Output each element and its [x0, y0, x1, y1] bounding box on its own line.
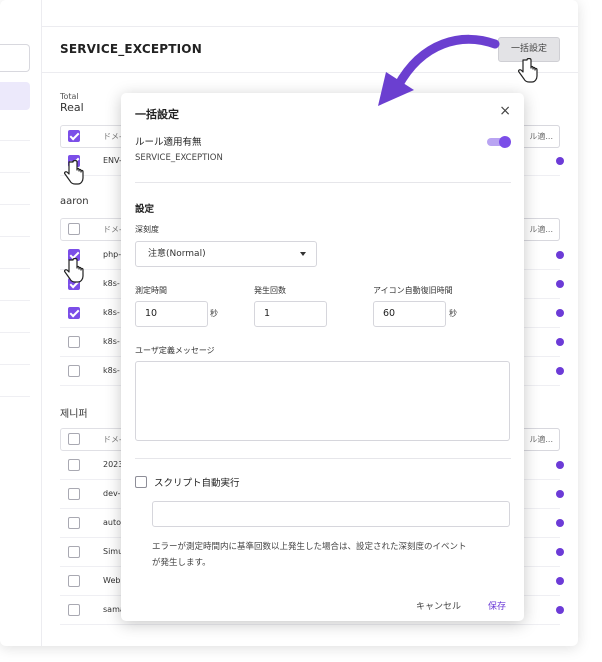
domain-column-header: ドメ- — [103, 225, 122, 234]
icon-recovery-input[interactable]: 60 — [373, 301, 446, 327]
select-all-checkbox[interactable] — [68, 130, 80, 142]
row-checkbox[interactable] — [68, 336, 80, 348]
severity-value: 注意(Normal) — [148, 249, 206, 259]
icon-recovery-label: アイコン自動復旧時間 — [373, 286, 453, 295]
rule-name: SERVICE_EXCEPTION — [135, 153, 223, 163]
status-toggle[interactable] — [556, 577, 564, 585]
sidebar-divider — [0, 140, 30, 141]
row-name: auto — [103, 518, 122, 527]
row-name: dev- — [103, 489, 121, 498]
rule-apply-label: ルール適用有無 — [135, 137, 202, 148]
description-text: エラーが測定時間内に基準回数以上発生した場合は、設定された深刻度のイベント が発… — [152, 539, 512, 571]
status-toggle[interactable] — [556, 157, 564, 165]
script-input[interactable] — [152, 501, 510, 527]
row-name: k8s- — [103, 337, 120, 346]
rule-enabled-toggle[interactable] — [487, 136, 511, 148]
description-line-2: が発生します。 — [152, 558, 211, 568]
icon-recovery-unit: 秒 — [449, 309, 457, 318]
domain-column-header: ドメ- — [103, 435, 122, 444]
row-checkbox[interactable] — [68, 307, 80, 319]
group-label: 제니퍼 — [60, 409, 88, 420]
domain-column-header: ドメ- — [103, 132, 122, 141]
status-toggle[interactable] — [556, 461, 564, 469]
description-line-1: エラーが測定時間内に基準回数以上発生した場合は、設定された深刻度のイベント — [152, 542, 467, 552]
real-label: Real — [60, 101, 84, 114]
sidebar-divider — [0, 332, 30, 333]
save-button[interactable]: 保存 — [488, 599, 506, 612]
page-title: SERVICE_EXCEPTION — [60, 42, 202, 56]
script-auto-run-checkbox[interactable] — [135, 476, 147, 488]
row-name: k8s- — [103, 366, 120, 375]
user-message-label: ユーザ定義メッセージ — [135, 346, 215, 355]
chevron-down-icon — [300, 252, 306, 256]
close-icon[interactable]: × — [499, 103, 511, 119]
status-toggle[interactable] — [556, 280, 564, 288]
cancel-button[interactable]: キャンセル — [416, 599, 461, 612]
top-divider — [42, 26, 578, 27]
row-name: Web — [103, 576, 121, 585]
severity-label: 深刻度 — [135, 225, 159, 234]
occurrence-label: 発生回数 — [254, 286, 286, 295]
section-divider — [135, 458, 511, 459]
row-checkbox[interactable] — [68, 575, 80, 587]
measure-time-input[interactable]: 10 — [135, 301, 208, 327]
sidebar-divider — [0, 364, 30, 365]
hand-cursor-icon — [518, 58, 538, 83]
status-toggle[interactable] — [556, 338, 564, 346]
status-toggle[interactable] — [556, 251, 564, 259]
row-checkbox[interactable] — [68, 546, 80, 558]
hand-cursor-icon — [64, 160, 84, 185]
sidebar-divider — [0, 204, 30, 205]
measure-time-label: 測定時間 — [135, 286, 167, 295]
script-auto-run-label: スクリプト自動実行 — [154, 478, 240, 489]
status-toggle[interactable] — [556, 519, 564, 527]
sidebar-divider — [0, 396, 30, 397]
row-checkbox[interactable] — [68, 459, 80, 471]
row-checkbox[interactable] — [68, 604, 80, 616]
status-toggle[interactable] — [556, 367, 564, 375]
row-name: php- — [103, 250, 122, 259]
row-checkbox[interactable] — [68, 365, 80, 377]
status-toggle[interactable] — [556, 606, 564, 614]
sidebar-divider — [0, 300, 30, 301]
sidebar — [0, 0, 42, 646]
row-name: ENV- — [103, 156, 122, 165]
hand-cursor-icon — [64, 258, 84, 283]
sidebar-divider — [0, 236, 30, 237]
toggle-knob — [499, 136, 511, 148]
total-label: Total — [60, 92, 79, 101]
settings-heading: 設定 — [135, 204, 155, 215]
row-name: k8s- — [103, 308, 120, 317]
select-all-checkbox[interactable] — [68, 433, 80, 445]
section-divider — [135, 182, 511, 183]
modal-title: 一括設定 — [135, 108, 179, 121]
status-toggle[interactable] — [556, 490, 564, 498]
occurrence-input[interactable]: 1 — [254, 301, 327, 327]
user-message-textarea[interactable] — [135, 361, 510, 441]
row-checkbox[interactable] — [68, 517, 80, 529]
row-name: k8s- — [103, 279, 120, 288]
row-checkbox[interactable] — [68, 488, 80, 500]
sidebar-item-active[interactable] — [0, 82, 30, 110]
app-frame: SERVICE_EXCEPTION 一括設定 Total Real ドメ- ル適… — [0, 0, 578, 646]
sidebar-search[interactable] — [0, 44, 30, 72]
measure-time-unit: 秒 — [210, 309, 218, 318]
bulk-settings-modal: 一括設定 × ルール適用有無 SERVICE_EXCEPTION 設定 深刻度 … — [121, 93, 524, 621]
sidebar-divider — [0, 268, 30, 269]
annotation-arrow-icon — [378, 34, 500, 106]
select-all-checkbox[interactable] — [68, 223, 80, 235]
group-label: aaron — [60, 196, 89, 207]
severity-select[interactable]: 注意(Normal) — [135, 241, 317, 267]
status-toggle[interactable] — [556, 548, 564, 556]
status-toggle[interactable] — [556, 309, 564, 317]
sidebar-divider — [0, 172, 30, 173]
